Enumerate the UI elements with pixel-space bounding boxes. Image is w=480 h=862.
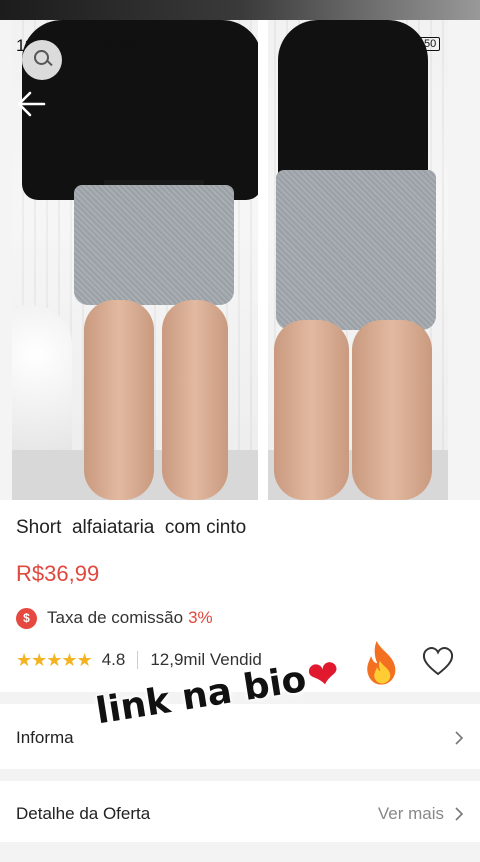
coin-icon: $ [16,607,37,629]
whatsapp-count: 99 [117,38,136,55]
info-row[interactable]: Informa [0,707,480,769]
whatsapp-notification: ✆ 99 [100,38,136,55]
see-more-link[interactable]: Ver mais [378,804,444,824]
product-image-gallery[interactable]: 11:47 ✆ 99 50 [0,0,480,500]
model-right-shorts [276,170,436,330]
product-title: Short alfaiataria com cinto [16,517,247,538]
product-page: 11:47 ✆ 99 50 Short alfaiataria com cint… [0,0,480,862]
rating-value: 4.8 [101,650,126,669]
commission-value: 3% [188,608,213,627]
photo-split [258,20,268,500]
back-arrow-icon[interactable] [14,86,50,122]
fire-icon [367,640,396,685]
heart-outline-icon[interactable] [421,645,455,677]
model-right-leg [352,320,432,500]
photo-pouf [12,305,72,470]
search-icon[interactable] [22,40,62,80]
product-price: R$36,99 [16,561,100,586]
battery-indicator: 50 [420,37,441,51]
info-row-label: Informa [16,728,74,747]
red-heart-icon: ❤ [304,650,343,699]
commission-label: Taxa de comissão [47,608,184,627]
status-bar-background [0,0,480,20]
section-divider [0,769,480,781]
rating-stars-icon: ★★★★★ [16,649,93,670]
model-right-leg [274,320,349,500]
rating-divider [137,651,139,669]
model-left-leg [84,300,154,500]
product-photo[interactable] [12,20,448,500]
model-left-leg [162,300,228,500]
offer-details-label: Detalhe da Oferta [16,804,151,823]
model-left-shorts [74,185,234,305]
bottom-divider [0,842,480,862]
chevron-right-icon [455,731,464,745]
chevron-right-icon [455,807,464,821]
offer-details-row[interactable]: Detalhe da Oferta Ver mais [0,783,480,845]
commission-info: $ Taxa de comissão 3% [16,607,213,629]
